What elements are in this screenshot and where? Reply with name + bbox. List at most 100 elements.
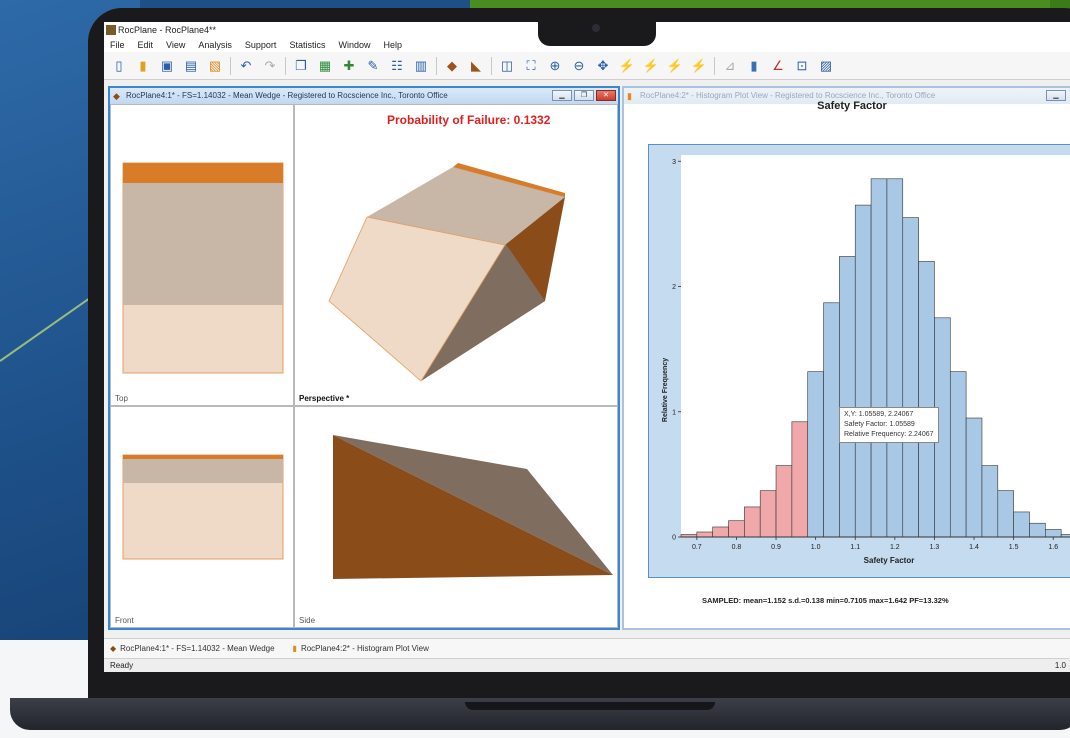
slope-view-icon[interactable]: ◣ [467, 57, 485, 75]
tab-mean-wedge[interactable]: ◆ RocPlane4:1* - FS=1.14032 - Mean Wedge [110, 644, 275, 653]
add-icon[interactable]: ✚ [340, 57, 358, 75]
histogram-bar[interactable] [902, 217, 919, 538]
front-view-pane[interactable]: Front [110, 406, 294, 628]
side-view-pane[interactable]: Side [294, 406, 618, 628]
print-icon[interactable]: ▤ [182, 57, 200, 75]
x-tick-label: 0.8 [732, 544, 742, 551]
histogram-bar[interactable] [744, 506, 761, 538]
y-tick-label: 3 [672, 159, 676, 166]
histogram-bar[interactable] [759, 490, 777, 538]
menu-view[interactable]: View [166, 40, 185, 50]
export-icon[interactable]: ▧ [206, 57, 224, 75]
data-point-tooltip: X,Y: 1.05589, 2.24067 Safety Factor: 1.0… [839, 407, 939, 443]
x-tick-label: 1.4 [969, 544, 979, 551]
copy-icon[interactable]: ❐ [292, 57, 310, 75]
new-file-icon[interactable]: ▯ [110, 57, 128, 75]
menu-help[interactable]: Help [383, 40, 402, 50]
menu-file[interactable]: File [110, 40, 125, 50]
histogram-bar[interactable] [807, 371, 824, 538]
histogram-bar[interactable] [791, 421, 809, 538]
save-icon[interactable]: ▣ [158, 57, 176, 75]
magic-wand-2-icon[interactable]: ⚡ [642, 57, 660, 75]
tile-icon[interactable]: ◫ [498, 57, 516, 75]
side-dark-face [333, 435, 613, 579]
zoom-out-icon[interactable]: ⊖ [570, 57, 588, 75]
magic-wand-3-icon[interactable]: ⚡ [666, 57, 684, 75]
edit-icon[interactable]: ✎ [364, 57, 382, 75]
wedge-window-titlebar[interactable]: ◆ RocPlane4:1* - FS=1.14032 - Mean Wedge… [110, 88, 618, 104]
histogram-bar[interactable] [712, 526, 729, 538]
histogram-bar[interactable] [997, 490, 1014, 538]
toolbar-separator [230, 56, 231, 75]
status-bar: Ready 1.0 [104, 658, 1070, 672]
histogram-bar[interactable] [775, 465, 793, 538]
minimize-button[interactable]: ▁ [552, 90, 572, 101]
scatter-plot-icon[interactable]: ⊿ [721, 57, 739, 75]
pan-icon[interactable]: ✥ [594, 57, 612, 75]
magic-wand-icon[interactable]: ⚡ [618, 57, 636, 75]
front-face-mid [123, 459, 283, 483]
redo-icon[interactable]: ↷ [261, 57, 279, 75]
wedge-window[interactable]: ◆ RocPlane4:1* - FS=1.14032 - Mean Wedge… [108, 86, 620, 630]
top-view-pane[interactable]: Top [110, 104, 294, 406]
histogram-chart[interactable]: 0.7 0.8 0.9 1.0 1.1 1.2 1.3 1.4 1.5 1.6 0 1 2 3 Safe… [649, 145, 1070, 579]
histogram-bar[interactable] [1029, 522, 1046, 538]
y-tick-label: 1 [672, 409, 676, 416]
menu-support[interactable]: Support [245, 40, 277, 50]
histogram-bar[interactable] [949, 371, 967, 538]
wedge-tab-icon: ◆ [110, 644, 117, 653]
x-tick-label: 1.5 [1009, 544, 1019, 551]
perspective-wedge-drawing [328, 163, 565, 382]
histogram-window[interactable]: ▮ RocPlane4:2* - Histogram Plot View - R… [622, 86, 1070, 630]
histogram-icon[interactable]: ▮ [745, 57, 763, 75]
histogram-bar[interactable] [1045, 529, 1062, 538]
wedge-window-title: RocPlane4:1* - FS=1.14032 - Mean Wedge -… [126, 91, 448, 100]
menu-edit[interactable]: Edit [138, 40, 154, 50]
histogram-bar[interactable] [981, 465, 999, 538]
x-tick-labels: 0.7 0.8 0.9 1.0 1.1 1.2 1.3 1.4 1.5 1.6 [692, 537, 1058, 551]
histogram-bar[interactable] [870, 178, 888, 538]
magic-wand-4-icon[interactable]: ⚡ [690, 57, 708, 75]
undo-icon[interactable]: ↶ [237, 57, 255, 75]
wedge-window-icon: ◆ [113, 91, 120, 101]
histogram-bar[interactable] [886, 178, 904, 538]
info-icon[interactable]: ▨ [817, 57, 835, 75]
top-face-crest [123, 163, 283, 183]
x-tick-label: 0.7 [692, 544, 702, 551]
toolbar-separator [714, 56, 715, 75]
open-folder-icon[interactable]: ▮ [134, 57, 152, 75]
menu-statistics[interactable]: Statistics [289, 40, 325, 50]
table-icon[interactable]: ▥ [412, 57, 430, 75]
tooltip-line-1: X,Y: 1.05589, 2.24067 [844, 411, 914, 418]
properties-icon[interactable]: ☷ [388, 57, 406, 75]
histogram-bar[interactable] [696, 531, 713, 538]
toolbar-separator [436, 56, 437, 75]
menu-analysis[interactable]: Analysis [198, 40, 232, 50]
compute-icon[interactable]: ▦ [316, 57, 334, 75]
perspective-view-pane[interactable]: Probability of Failure: 0.1332 Perspecti… [294, 104, 618, 406]
sensitivity-plot-icon[interactable]: ⊡ [793, 57, 811, 75]
zoom-extents-icon[interactable]: ⛶ [522, 57, 540, 75]
line-plot-icon[interactable]: ∠ [769, 57, 787, 75]
wedge-window-controls: ▁ ❐ ✕ [552, 90, 616, 101]
histogram-bar[interactable] [823, 302, 840, 538]
chart-statistics-footer: SAMPLED: mean=1.152 s.d.=0.138 min=0.710… [702, 596, 949, 605]
histogram-bar[interactable] [839, 256, 856, 538]
zoom-in-icon[interactable]: ⊕ [546, 57, 564, 75]
histogram-bar[interactable] [854, 204, 872, 538]
tooltip-line-2: Safety Factor: 1.05589 [844, 421, 915, 428]
histogram-bar[interactable] [728, 520, 745, 538]
menu-window[interactable]: Window [338, 40, 370, 50]
histogram-bar[interactable] [965, 417, 983, 538]
wedge-view-icon[interactable]: ◆ [443, 57, 461, 75]
histogram-bar[interactable] [1013, 511, 1030, 538]
y-tick-label: 2 [672, 284, 676, 291]
side-pane-label: Side [299, 616, 316, 625]
restore-button[interactable]: ❐ [574, 90, 594, 101]
status-value: 1.0 [1054, 661, 1066, 670]
document-tabs: ◆ RocPlane4:1* - FS=1.14032 - Mean Wedge… [104, 638, 1070, 658]
top-face-mid [123, 183, 283, 305]
close-button[interactable]: ✕ [596, 90, 616, 101]
histogram-bar[interactable] [918, 261, 935, 538]
tab-histogram[interactable]: ▮ RocPlane4:2* - Histogram Plot View [293, 644, 429, 653]
